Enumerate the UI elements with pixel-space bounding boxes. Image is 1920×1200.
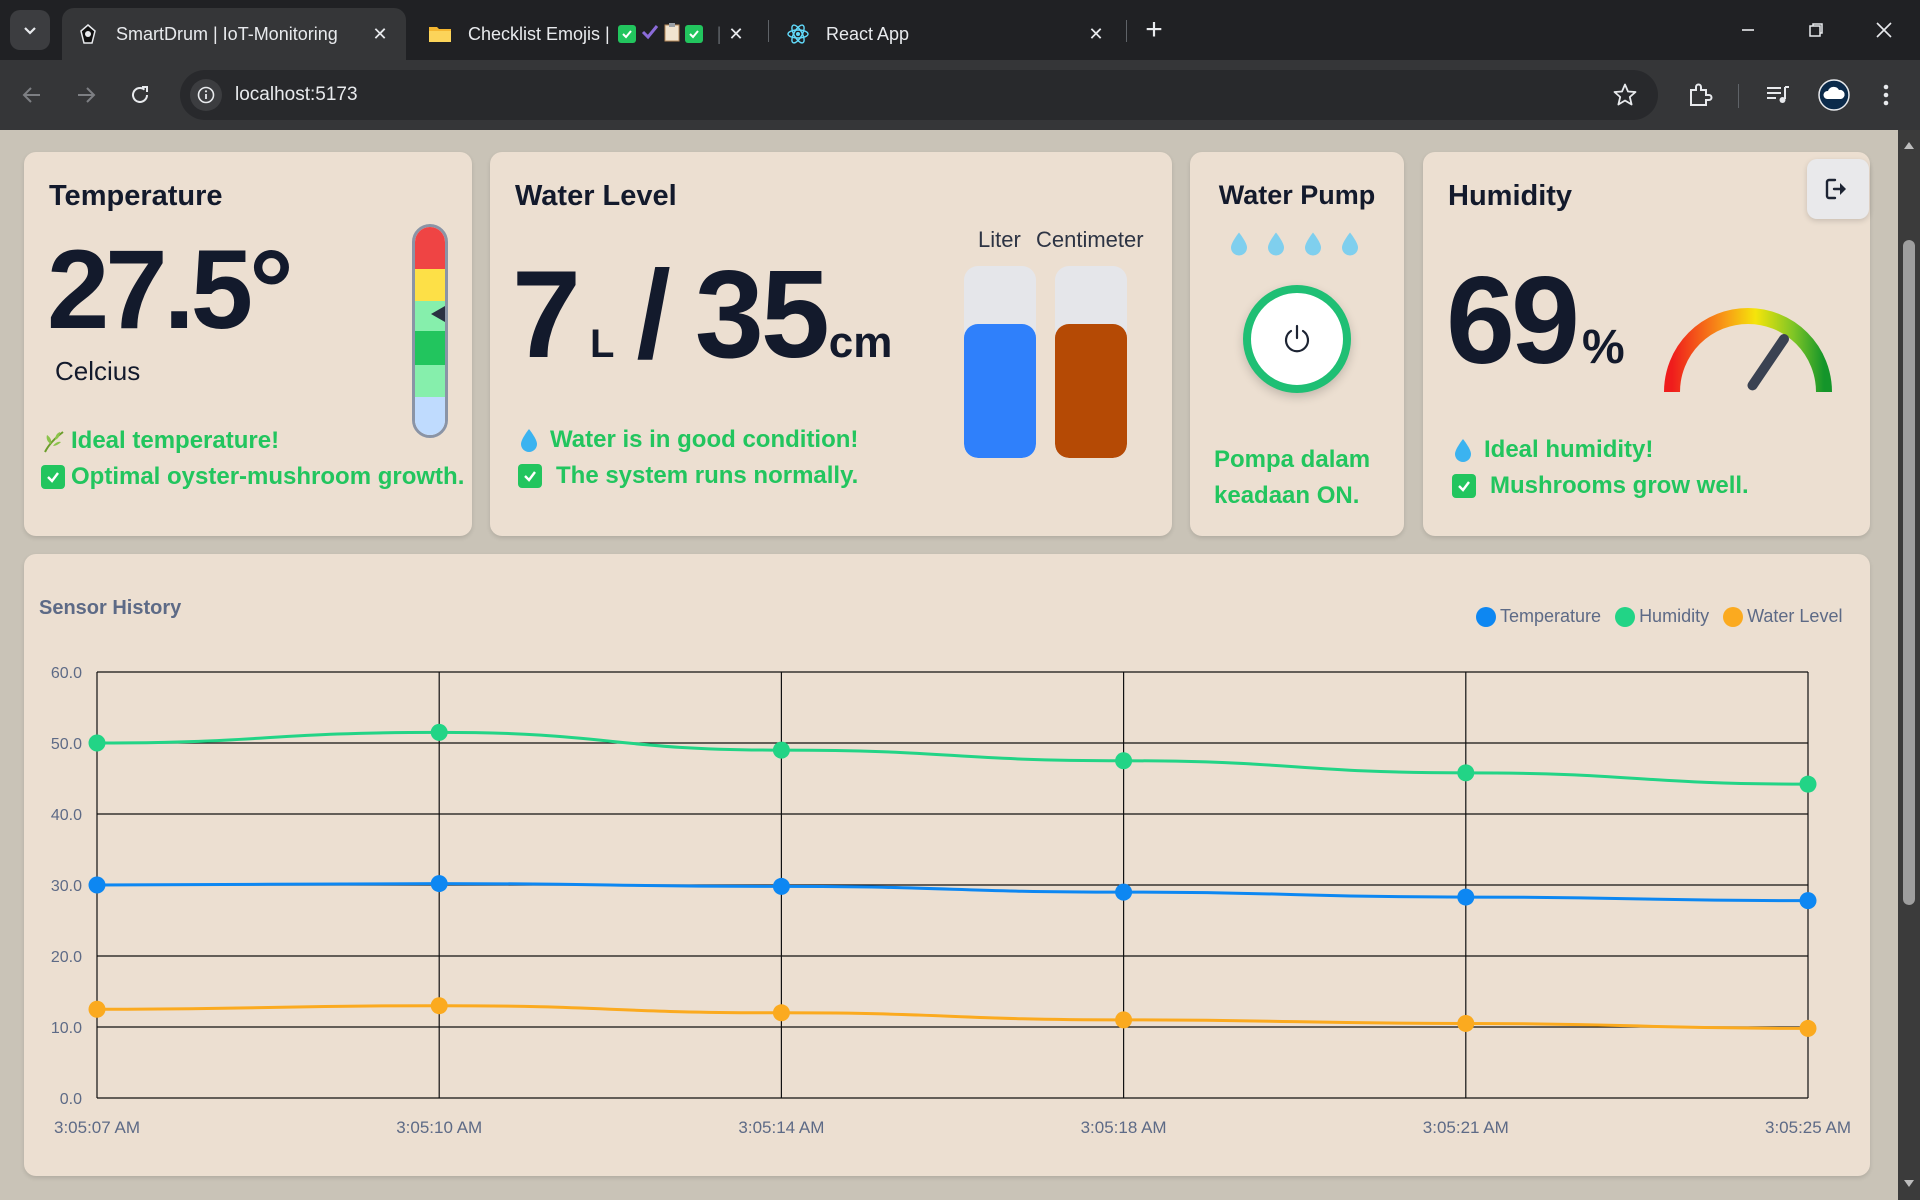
x-tick-label: 3:05:25 AM	[1765, 1118, 1851, 1137]
data-point-temperature	[1799, 892, 1817, 910]
y-tick-label: 60.0	[51, 665, 82, 682]
data-point-water-level	[430, 997, 448, 1015]
y-tick-label: 50.0	[51, 736, 82, 753]
y-tick-label: 10.0	[51, 1020, 82, 1037]
data-point-humidity	[88, 734, 106, 752]
x-tick-label: 3:05:07 AM	[54, 1118, 140, 1137]
x-tick-label: 3:05:10 AM	[396, 1118, 482, 1137]
data-point-humidity	[430, 723, 448, 741]
page-scrollbar[interactable]	[1898, 130, 1920, 1200]
data-point-temperature	[430, 875, 448, 893]
x-tick-label: 3:05:14 AM	[738, 1118, 824, 1137]
series-line-temperature	[96, 882, 1809, 903]
y-tick-label: 0.0	[60, 1091, 82, 1108]
data-point-water-level	[88, 1000, 106, 1018]
data-point-humidity	[1457, 764, 1475, 782]
data-point-humidity	[1799, 775, 1817, 793]
x-tick-label: 3:05:18 AM	[1081, 1118, 1167, 1137]
y-tick-label: 20.0	[51, 949, 82, 966]
data-point-water-level	[1799, 1019, 1817, 1037]
y-tick-label: 30.0	[51, 878, 82, 895]
data-point-temperature	[772, 877, 790, 895]
y-tick-label: 40.0	[51, 807, 82, 824]
data-point-temperature	[88, 876, 106, 894]
series-line-humidity	[96, 730, 1809, 786]
data-point-temperature	[1457, 888, 1475, 906]
data-point-water-level	[1115, 1011, 1133, 1029]
data-point-humidity	[1115, 752, 1133, 770]
data-point-water-level	[1457, 1014, 1475, 1032]
data-point-temperature	[1115, 883, 1133, 901]
scrollbar-thumb[interactable]	[1903, 240, 1915, 905]
sensor-history-chart: 0.0 10.0 20.0 30.0 40.0 50.0 60.0 3:05:07 AM 3:0…	[51, 665, 1851, 1137]
data-point-humidity	[772, 741, 790, 759]
scroll-down-arrow-icon[interactable]	[1904, 1180, 1914, 1187]
x-tick-label: 3:05:21 AM	[1423, 1118, 1509, 1137]
series-line-water-level	[96, 1004, 1809, 1030]
scroll-up-arrow-icon[interactable]	[1904, 142, 1914, 149]
data-point-water-level	[772, 1004, 790, 1022]
